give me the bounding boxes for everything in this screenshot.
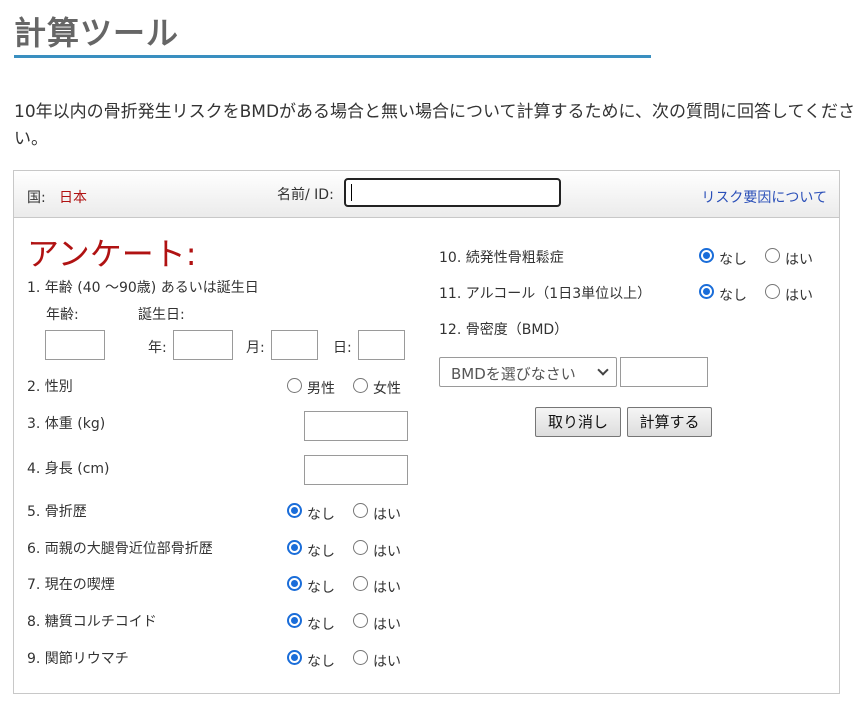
q11-no-radio[interactable] xyxy=(699,284,714,299)
cancel-button[interactable]: 取り消し xyxy=(535,407,621,437)
name-id-input[interactable] xyxy=(344,178,561,207)
q2-label: 2. 性別 xyxy=(27,379,73,395)
height-input[interactable] xyxy=(304,455,408,485)
intro-text: 10年以内の骨折発生リスクをBMDがある場合と無い場合について計算するために、次… xyxy=(14,102,856,149)
sex-male-radio[interactable] xyxy=(287,378,302,393)
q11-label: 11. アルコール（1日3単位以上） xyxy=(439,286,652,302)
q9-no-radio[interactable] xyxy=(287,650,302,665)
weight-input[interactable] xyxy=(304,411,408,441)
q5-yes-label: はい xyxy=(373,507,401,523)
bmd-select-value: BMDを選びなさい xyxy=(451,365,576,383)
q6-yes-label: はい xyxy=(373,544,401,560)
q6-no-label: なし xyxy=(307,544,335,560)
q9-yes-label: はい xyxy=(373,654,401,670)
q10-no-label: なし xyxy=(719,252,747,268)
q8-yes-label: はい xyxy=(373,617,401,633)
q11-yes-radio[interactable] xyxy=(765,284,780,299)
q9-yes-radio[interactable] xyxy=(353,650,368,665)
q7-label: 7. 現在の喫煙 xyxy=(27,577,115,593)
day-label: 日: xyxy=(333,340,352,356)
age-label: 年齢: xyxy=(46,307,79,323)
q8-no-label: なし xyxy=(307,617,335,633)
calculator-box: 国: 日本 名前/ ID: リスク要因について アンケート: 1. 年齢 (40… xyxy=(13,170,840,694)
bmd-value-input[interactable] xyxy=(620,357,708,387)
q8-no-radio[interactable] xyxy=(287,613,302,628)
age-input[interactable] xyxy=(45,330,105,360)
month-input[interactable] xyxy=(271,330,318,360)
q7-no-label: なし xyxy=(307,580,335,596)
country-value: 日本 xyxy=(59,190,87,206)
q8-yes-radio[interactable] xyxy=(353,613,368,628)
text-caret xyxy=(351,184,352,201)
q12-label: 12. 骨密度（BMD） xyxy=(439,322,569,338)
q10-label: 10. 続発性骨粗鬆症 xyxy=(439,250,564,266)
risk-factors-link[interactable]: リスク要因について xyxy=(701,187,827,207)
q11-yes-label: はい xyxy=(785,288,813,304)
birthday-label: 誕生日: xyxy=(138,307,185,323)
country-label: 国: xyxy=(27,190,46,206)
sex-female-label: 女性 xyxy=(373,381,401,397)
q3-label: 3. 体重 (kg) xyxy=(27,416,106,432)
q7-yes-label: はい xyxy=(373,580,401,596)
q10-yes-label: はい xyxy=(785,252,813,268)
q5-no-radio[interactable] xyxy=(287,503,302,518)
year-input[interactable] xyxy=(173,330,233,360)
q6-yes-radio[interactable] xyxy=(353,540,368,555)
title-rule xyxy=(14,55,651,58)
month-label: 月: xyxy=(246,340,265,356)
sex-male-label: 男性 xyxy=(307,381,335,397)
q5-no-label: なし xyxy=(307,507,335,523)
top-bar: 国: 日本 名前/ ID: リスク要因について xyxy=(14,171,839,218)
q9-no-label: なし xyxy=(307,654,335,670)
q1-label: 1. 年齢 (40 〜90歳) あるいは誕生日 xyxy=(27,280,259,296)
bmd-select[interactable]: BMDを選びなさい xyxy=(439,357,617,387)
day-input[interactable] xyxy=(358,330,405,360)
calculate-button[interactable]: 計算する xyxy=(627,407,712,437)
q5-label: 5. 骨折歴 xyxy=(27,504,87,520)
year-label: 年: xyxy=(148,340,167,356)
questionnaire-heading: アンケート: xyxy=(27,235,197,273)
name-label: 名前/ ID: xyxy=(277,187,334,203)
q4-label: 4. 身長 (cm) xyxy=(27,461,110,477)
q10-no-radio[interactable] xyxy=(699,248,714,263)
page-title: 計算ツール xyxy=(14,14,180,52)
q5-yes-radio[interactable] xyxy=(353,503,368,518)
q7-no-radio[interactable] xyxy=(287,576,302,591)
q6-no-radio[interactable] xyxy=(287,540,302,555)
q8-label: 8. 糖質コルチコイド xyxy=(27,614,157,630)
q9-label: 9. 関節リウマチ xyxy=(27,651,129,667)
q6-label: 6. 両親の大腿骨近位部骨折歴 xyxy=(27,541,213,557)
sex-female-radio[interactable] xyxy=(353,378,368,393)
q11-no-label: なし xyxy=(719,288,747,304)
q7-yes-radio[interactable] xyxy=(353,576,368,591)
q10-yes-radio[interactable] xyxy=(765,248,780,263)
chevron-down-icon xyxy=(597,364,609,376)
